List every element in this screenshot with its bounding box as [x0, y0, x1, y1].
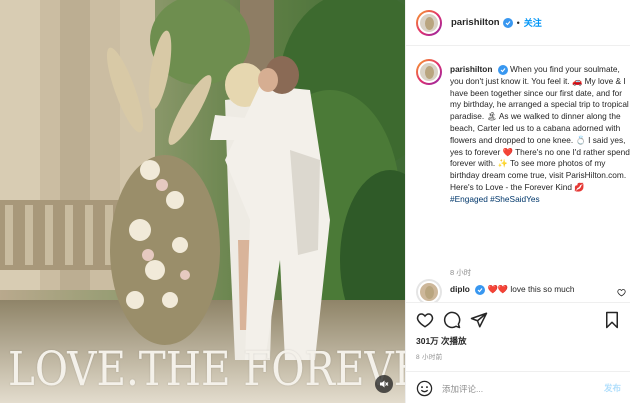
post-actions: 301万 次播放 8 小时前 发布	[406, 302, 630, 403]
view-count[interactable]: 301万 次播放	[416, 335, 467, 347]
verified-badge-icon	[497, 65, 508, 75]
verified-badge-icon	[502, 17, 513, 28]
post-header: parishilton • 关注	[406, 0, 630, 46]
sparkles-emoji-icon: ✨	[497, 158, 508, 169]
heart-emoji-icon: ❤️	[502, 146, 513, 157]
post-time[interactable]: 8 小时前	[416, 351, 442, 361]
mute-icon[interactable]	[375, 375, 393, 393]
comment-username[interactable]: diplo	[450, 284, 470, 294]
like-comment-heart-icon[interactable]	[617, 288, 626, 297]
caption-time: 8 小时	[450, 268, 472, 277]
add-comment-bar: 发布	[406, 371, 630, 403]
follow-button[interactable]: 关注	[524, 16, 542, 29]
comments-section[interactable]: parishilton When you find your soulmate,…	[406, 47, 630, 302]
avatar[interactable]	[416, 59, 442, 85]
comment-icon[interactable]	[443, 311, 461, 329]
heart-icon[interactable]	[416, 311, 434, 329]
bookmark-icon[interactable]	[603, 311, 621, 329]
hearts-emoji-icon: ❤️❤️	[487, 284, 509, 294]
post-side-panel: parishilton • 关注 parishilton When you fi…	[405, 0, 630, 403]
emoji-icon[interactable]	[416, 380, 433, 397]
hashtag-link[interactable]: #SheSaidYes	[490, 194, 540, 204]
share-icon[interactable]	[470, 311, 488, 329]
separator-dot: •	[516, 17, 520, 28]
post-media[interactable]: LOVE.THE FOREVER KIND	[0, 0, 405, 403]
caption-body: When you find your soulmate, you don't j…	[450, 64, 630, 192]
verified-badge-icon	[475, 285, 486, 295]
list-item: diplo ❤️❤️ love this so much	[416, 279, 626, 302]
kiss-emoji-icon: 💋	[574, 181, 585, 192]
caption-text: parishilton When you find your soulmate,…	[450, 64, 630, 206]
action-icons	[416, 311, 621, 331]
island-emoji-icon: 🏝	[486, 111, 497, 122]
post-comment-button[interactable]: 发布	[604, 382, 621, 394]
hashtag-link[interactable]: #Engaged	[450, 194, 488, 204]
avatar[interactable]	[416, 9, 442, 36]
caption-username[interactable]: parishilton	[450, 64, 492, 74]
comment-body: love this so much	[508, 284, 575, 294]
ring-emoji-icon: 💍	[575, 134, 586, 145]
car-emoji-icon: 🚗	[571, 75, 583, 86]
avatar[interactable]	[416, 279, 442, 302]
header-username[interactable]: parishilton	[451, 17, 500, 28]
comment-input[interactable]	[442, 380, 592, 397]
comment-text: diplo ❤️❤️ love this so much	[450, 284, 575, 295]
video-overlay-title: LOVE.THE FOREVER KIND	[8, 342, 405, 397]
